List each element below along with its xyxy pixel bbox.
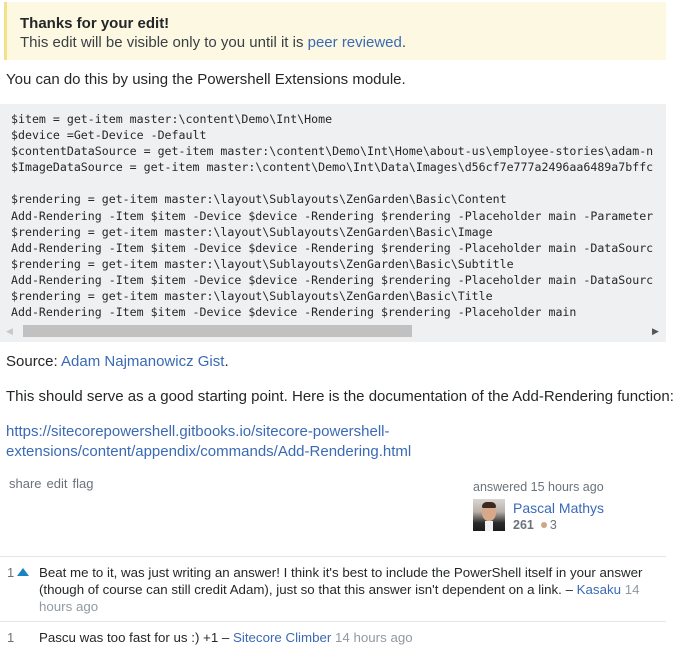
source-label: Source:: [6, 353, 62, 370]
code-line: $rendering = get-item master:\layout\Sub…: [11, 289, 493, 304]
scroll-right-arrow-icon[interactable]: ▶: [652, 326, 660, 336]
upvote-arrow-icon[interactable]: [17, 568, 29, 576]
comment: 1 Pascu was too fast for us :) +1 – Site…: [0, 622, 666, 652]
comment-user-link[interactable]: Kasaku: [577, 582, 621, 597]
answer-intro: You can do this by using the Powershell …: [6, 71, 406, 88]
documentation-link-block: https://sitecorepowershell.gitbooks.io/s…: [6, 422, 411, 462]
code-content: $item = get-item master:\content\Demo\In…: [11, 111, 653, 320]
code-line: $rendering = get-item master:\layout\Sub…: [11, 224, 493, 239]
comment: 1 Beat me to it, was just writing an ans…: [0, 557, 666, 622]
notice-text-end: .: [401, 34, 407, 51]
scrollbar-thumb[interactable]: [23, 325, 413, 337]
comment-user-link[interactable]: Sitecore Climber: [233, 630, 331, 645]
avatar-shirt: [485, 521, 493, 531]
avatar[interactable]: [473, 499, 505, 531]
comment-text: Pascu was too fast for us :) +1 –: [39, 630, 234, 645]
code-line: Add-Rendering -Item $item -Device $devic…: [11, 240, 654, 255]
code-block: $item = get-item master:\content\Demo\In…: [0, 104, 666, 342]
code-line: $rendering = get-item master:\layout\Sub…: [11, 256, 514, 271]
user-name-link[interactable]: Pascal Mathys: [513, 499, 604, 517]
documentation-link-line2[interactable]: extensions/content/appendix/commands/Add…: [6, 443, 411, 460]
post-menu: share edit flag: [9, 476, 98, 491]
notice-title: Thanks for your edit!: [20, 15, 170, 32]
horizontal-scrollbar[interactable]: ◀ ▶: [4, 324, 662, 338]
notice-text: This edit will be visible only to you un…: [20, 33, 666, 53]
code-line: Add-Rendering -Item $item -Device $devic…: [11, 272, 654, 287]
scroll-left-arrow-icon[interactable]: ◀: [6, 326, 14, 336]
share-link[interactable]: share: [9, 476, 42, 491]
comment-body: Beat me to it, was just writing an answe…: [39, 564, 659, 615]
documentation-link-line1[interactable]: https://sitecorepowershell.gitbooks.io/s…: [6, 423, 390, 440]
code-line: $contentDataSource = get-item master:\co…: [11, 144, 654, 159]
answered-time[interactable]: answered 15 hours ago: [473, 479, 663, 495]
reputation-score: 261: [513, 518, 534, 532]
user-reputation: 261 3: [513, 517, 604, 534]
user-details: Pascal Mathys 261 3: [513, 499, 604, 534]
avatar-hair: [482, 502, 496, 508]
comment-text: Beat me to it, was just writing an answe…: [39, 565, 643, 597]
comment-score: 1: [7, 630, 15, 645]
code-line: $device =Get-Device -Default: [11, 128, 207, 143]
code-line: $item = get-item master:\content\Demo\In…: [11, 112, 333, 126]
scrollbar-track[interactable]: [23, 325, 651, 337]
code-line: Add-Rendering -Item $item -Device $devic…: [11, 208, 654, 223]
bronze-badge-count: 3: [549, 518, 557, 532]
notice-text-body: This edit will be visible only to you un…: [20, 34, 308, 51]
source-line: Source: Adam Najmanowicz Gist.: [6, 352, 229, 372]
documentation-link[interactable]: https://sitecorepowershell.gitbooks.io/s…: [6, 423, 411, 460]
source-end: .: [224, 353, 229, 370]
comment-body: Pascu was too fast for us :) +1 – Siteco…: [39, 629, 659, 646]
comment-score: 1: [7, 565, 15, 580]
code-line: $ImageDataSource = get-item master:\cont…: [11, 160, 654, 175]
edit-link[interactable]: edit: [47, 476, 68, 491]
source-link[interactable]: Adam Najmanowicz Gist: [61, 353, 224, 370]
bronze-badge-icon: [540, 522, 547, 529]
user-card: answered 15 hours ago Pascal Mathys 261 3: [473, 479, 663, 532]
code-line: $rendering = get-item master:\layout\Sub…: [11, 192, 507, 207]
edit-notice: Thanks for your edit! This edit will be …: [4, 2, 666, 60]
comments-list: 1 Beat me to it, was just writing an ans…: [0, 556, 666, 652]
comment-date[interactable]: 14 hours ago: [335, 630, 413, 645]
documentation-text: This should serve as a good starting poi…: [6, 388, 673, 405]
peer-reviewed-link[interactable]: peer reviewed: [308, 34, 402, 51]
code-line: Add-Rendering -Item $item -Device $devic…: [11, 305, 577, 320]
flag-link[interactable]: flag: [73, 476, 94, 491]
